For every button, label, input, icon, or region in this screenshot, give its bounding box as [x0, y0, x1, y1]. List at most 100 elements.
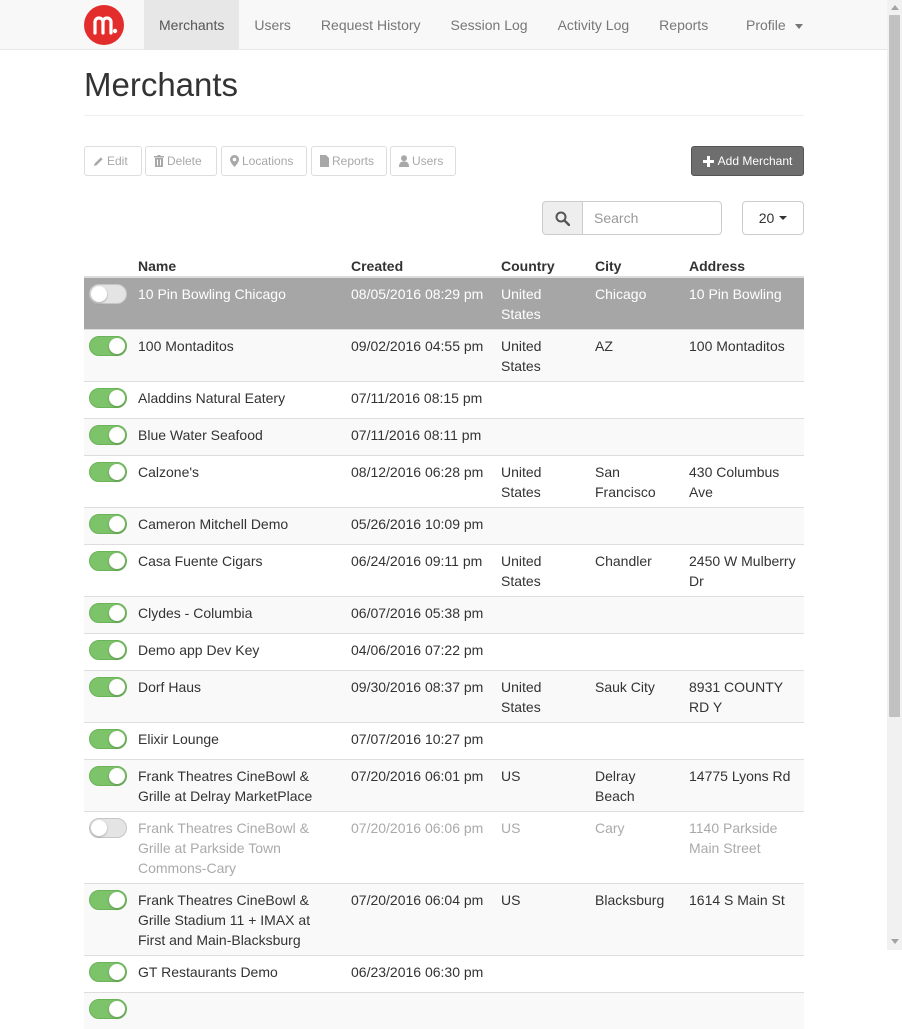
cell-created: 07/20/2016 06:01 pm — [346, 760, 496, 812]
status-cell — [84, 723, 133, 760]
search-button[interactable] — [542, 201, 583, 235]
nav-item-activity-log[interactable]: Activity Log — [543, 0, 645, 50]
scroll-down-arrow-icon[interactable] — [891, 939, 899, 944]
cell-name: Blue Water Seafood — [133, 419, 346, 456]
cell-address — [684, 956, 804, 993]
table-row[interactable]: Clydes - Columbia06/07/2016 05:38 pm — [84, 597, 804, 634]
nav-item-merchants[interactable]: Merchants — [144, 0, 239, 50]
toggle-knob — [109, 338, 125, 354]
enabled-toggle[interactable] — [89, 514, 127, 534]
cell-country: United States — [496, 456, 590, 508]
nav-item-request-history[interactable]: Request History — [306, 0, 436, 50]
table-row[interactable]: Frank Theatres CineBowl & Grille at Park… — [84, 812, 804, 884]
enabled-toggle[interactable] — [89, 766, 127, 786]
table-row[interactable]: 100 Montaditos09/02/2016 04:55 pmUnited … — [84, 330, 804, 382]
map-marker-icon — [230, 155, 239, 167]
table-row[interactable]: Dorf Haus09/30/2016 08:37 pmUnited State… — [84, 671, 804, 723]
cell-country — [496, 419, 590, 456]
chevron-down-icon — [795, 24, 803, 29]
table-row[interactable]: Blue Water Seafood07/11/2016 08:11 pm — [84, 419, 804, 456]
file-icon — [320, 155, 329, 167]
table-row[interactable]: Aladdins Natural Eatery07/11/2016 08:15 … — [84, 382, 804, 419]
toggle-knob — [109, 892, 125, 908]
cell-city — [590, 723, 684, 760]
merchants-table: Name Created Country City Address 10 Pin… — [84, 243, 804, 1029]
cell-country — [496, 508, 590, 545]
cell-address — [684, 597, 804, 634]
cell-name: Elixir Lounge — [133, 723, 346, 760]
table-row[interactable]: Casa Fuente Cigars06/24/2016 09:11 pmUni… — [84, 545, 804, 597]
profile-dropdown[interactable]: Profile — [731, 0, 818, 50]
table-row[interactable]: Calzone's08/12/2016 06:28 pmUnited State… — [84, 456, 804, 508]
cell-created: 07/20/2016 06:04 pm — [346, 884, 496, 956]
reports-button[interactable]: Reports — [311, 146, 387, 176]
table-row[interactable]: Elixir Lounge07/07/2016 10:27 pm — [84, 723, 804, 760]
status-cell — [84, 956, 133, 993]
enabled-toggle[interactable] — [89, 425, 127, 445]
enabled-toggle[interactable] — [89, 284, 127, 304]
enabled-toggle[interactable] — [89, 962, 127, 982]
cell-created: 07/07/2016 10:27 pm — [346, 723, 496, 760]
add-merchant-button[interactable]: Add Merchant — [691, 146, 804, 176]
locations-button[interactable]: Locations — [221, 146, 307, 176]
nav-item-reports[interactable]: Reports — [644, 0, 723, 50]
enabled-toggle[interactable] — [89, 603, 127, 623]
table-row[interactable]: 10 Pin Bowling Chicago08/05/2016 08:29 p… — [84, 277, 804, 330]
enabled-toggle[interactable] — [89, 388, 127, 408]
column-header-name[interactable]: Name — [133, 243, 346, 277]
toggle-knob — [91, 820, 107, 836]
search-input[interactable] — [582, 201, 722, 235]
table-row[interactable]: Demo app Dev Key04/06/2016 07:22 pm — [84, 634, 804, 671]
table-row[interactable]: Frank Theatres CineBowl & Grille at Delr… — [84, 760, 804, 812]
locations-label: Locations — [242, 147, 293, 175]
cell-created: 08/12/2016 06:28 pm — [346, 456, 496, 508]
column-header-country[interactable]: Country — [496, 243, 590, 277]
cell-name: Calzone's — [133, 456, 346, 508]
cell-address — [684, 723, 804, 760]
cell-created: 06/24/2016 09:11 pm — [346, 545, 496, 597]
toggle-knob — [91, 286, 107, 302]
table-row[interactable] — [84, 993, 804, 1029]
cell-address: 1614 S Main St — [684, 884, 804, 956]
table-row[interactable]: Frank Theatres CineBowl & Grille Stadium… — [84, 884, 804, 956]
cell-country — [496, 993, 590, 1029]
users-button[interactable]: Users — [390, 146, 456, 176]
enabled-toggle[interactable] — [89, 818, 127, 838]
cell-address — [684, 634, 804, 671]
enabled-toggle[interactable] — [89, 890, 127, 910]
enabled-toggle[interactable] — [89, 729, 127, 749]
nav-item-users[interactable]: Users — [239, 0, 306, 50]
cell-name: Aladdins Natural Eatery — [133, 382, 346, 419]
toggle-knob — [109, 464, 125, 480]
toggle-knob — [109, 731, 125, 747]
enabled-toggle[interactable] — [89, 336, 127, 356]
cell-country: United States — [496, 545, 590, 597]
column-header-created[interactable]: Created — [346, 243, 496, 277]
cell-address: 2450 W Mulberry Dr — [684, 545, 804, 597]
enabled-toggle[interactable] — [89, 462, 127, 482]
page-scrollbar-thumb[interactable] — [889, 15, 900, 717]
table-row[interactable]: Cameron Mitchell Demo05/26/2016 10:09 pm — [84, 508, 804, 545]
page-title: Merchants — [84, 66, 238, 104]
brand-logo[interactable] — [84, 5, 124, 45]
page-size-dropdown[interactable]: 20 — [742, 201, 804, 235]
delete-button[interactable]: Delete — [145, 146, 217, 176]
enabled-toggle[interactable] — [89, 551, 127, 571]
column-header-city[interactable]: City — [590, 243, 684, 277]
cell-city — [590, 382, 684, 419]
toggle-knob — [109, 605, 125, 621]
nav-item-session-log[interactable]: Session Log — [436, 0, 543, 50]
scroll-up-arrow-icon[interactable] — [891, 5, 899, 10]
enabled-toggle[interactable] — [89, 640, 127, 660]
status-cell — [84, 330, 133, 382]
cell-country: US — [496, 884, 590, 956]
cell-name: Casa Fuente Cigars — [133, 545, 346, 597]
enabled-toggle[interactable] — [89, 677, 127, 697]
enabled-toggle[interactable] — [89, 999, 127, 1019]
status-cell — [84, 597, 133, 634]
cell-address: 1140 Parkside Main Street — [684, 812, 804, 884]
table-row[interactable]: GT Restaurants Demo06/23/2016 06:30 pm — [84, 956, 804, 993]
cell-address: 8931 COUNTY RD Y — [684, 671, 804, 723]
column-header-address[interactable]: Address — [684, 243, 804, 277]
edit-button[interactable]: Edit — [84, 146, 142, 176]
